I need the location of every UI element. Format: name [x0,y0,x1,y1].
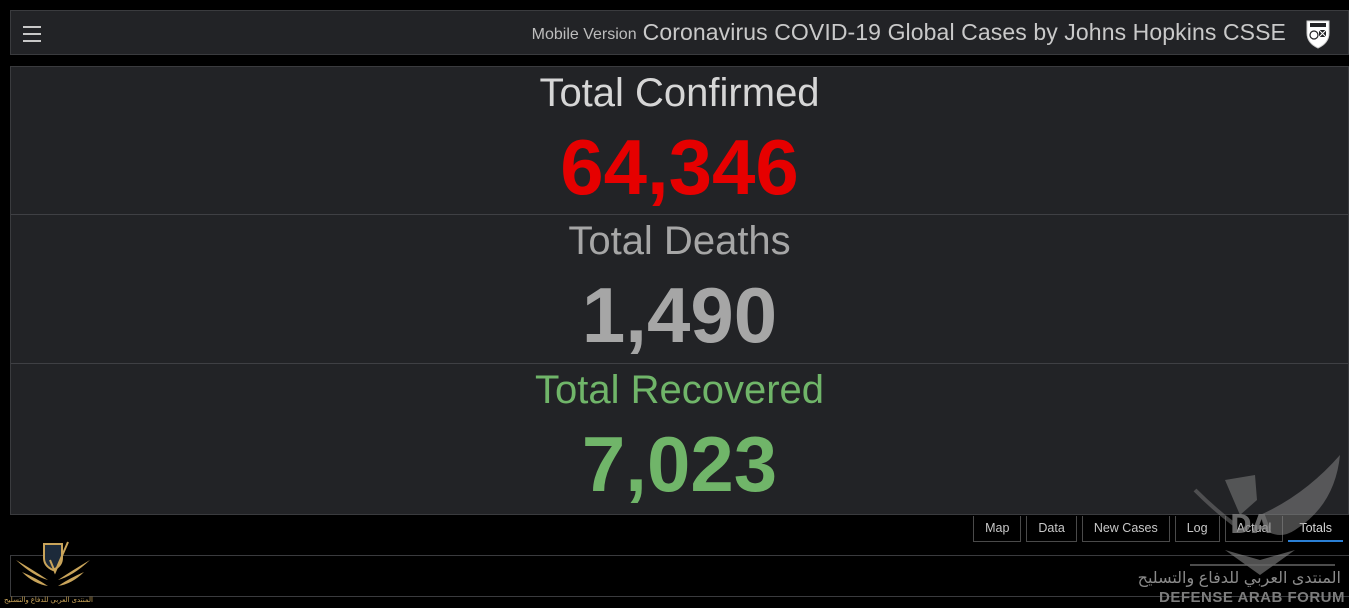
total-confirmed-label: Total Confirmed [539,71,820,115]
watermark-english-text: DEFENSE ARAB FORUM [1159,589,1345,606]
total-deaths-value: 1,490 [581,271,778,359]
tab-new-cases[interactable]: New Cases [1081,516,1170,542]
tab-map[interactable]: Map [973,516,1022,542]
hamburger-menu-button[interactable] [23,24,41,42]
total-recovered-value: 7,023 [581,420,778,508]
mobile-version-link[interactable]: Mobile Version [532,26,637,44]
total-confirmed-value: 64,346 [560,123,799,211]
total-recovered-block: Total Recovered 7,023 [11,363,1348,513]
total-recovered-label: Total Recovered [534,368,825,412]
forum-logo-arabic-text: المنتدى العربي للدفاع والتسليح [4,597,93,604]
total-confirmed-block: Total Confirmed 64,346 [11,67,1348,216]
total-deaths-label: Total Deaths [568,219,791,263]
app-title: Coronavirus COVID-19 Global Cases by Joh… [642,19,1286,45]
watermark-arabic-text: المنتدى العربي للدفاع والتسليح [1137,570,1341,587]
total-deaths-block: Total Deaths 1,490 [11,214,1348,364]
hamburger-icon [23,26,41,28]
svg-text:DA: DA [1230,510,1272,540]
tab-data[interactable]: Data [1026,516,1077,542]
app-header: Mobile Version Coronavirus COVID-19 Glob… [10,10,1349,55]
jhu-shield-icon [1306,20,1330,49]
totals-panel: Total Confirmed 64,346 Total Deaths 1,49… [10,66,1349,515]
